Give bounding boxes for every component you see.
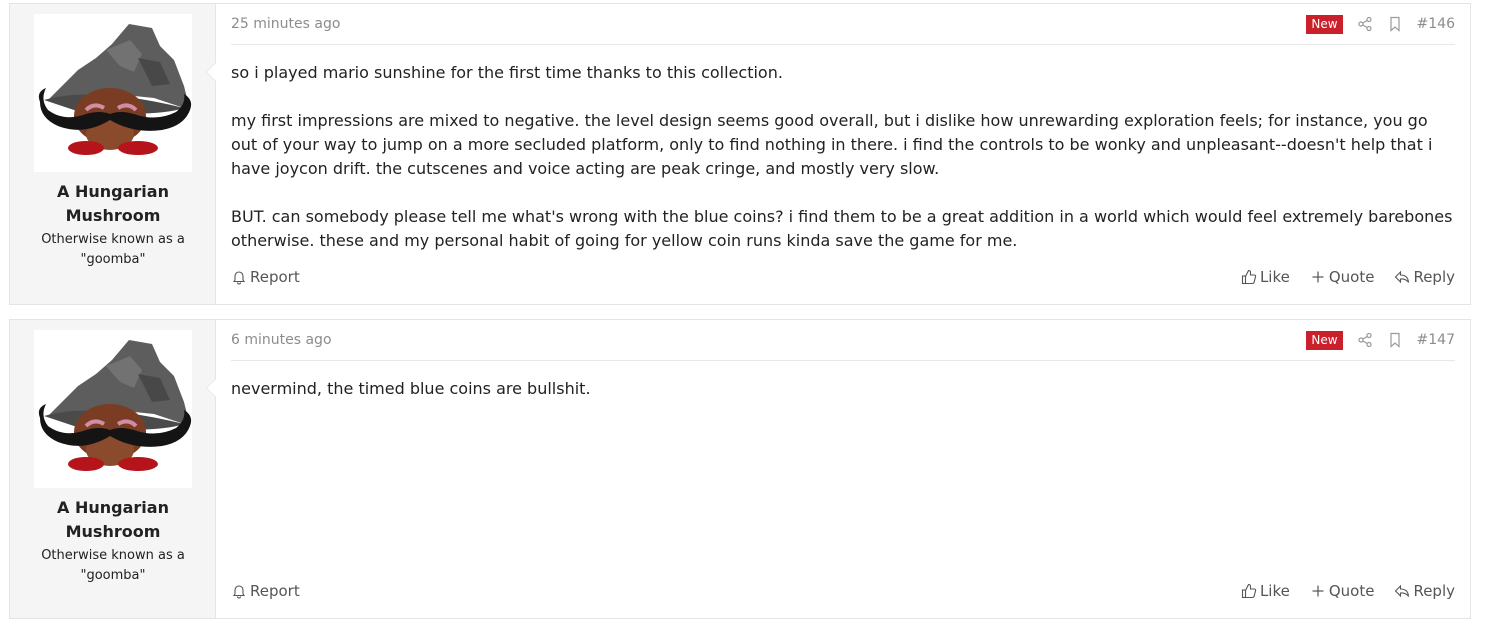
post-timestamp[interactable]: 25 minutes ago (231, 16, 340, 32)
post-header-actions: New #146 (1306, 14, 1455, 34)
reply-label: Reply (1413, 582, 1455, 600)
avatar[interactable] (34, 330, 192, 488)
quote-label: Quote (1328, 582, 1375, 600)
reply-button[interactable]: Reply (1394, 268, 1455, 286)
user-cell: A Hungarian Mushroom Otherwise known as … (10, 4, 216, 304)
post-header: 25 minutes ago New #146 (231, 4, 1455, 45)
post-number[interactable]: #146 (1417, 16, 1455, 32)
report-label: Report (250, 268, 300, 286)
post-main: 25 minutes ago New #146 so i played mari… (216, 4, 1470, 304)
post-paragraph: my first impressions are mixed to negati… (231, 111, 1433, 178)
like-label: Like (1259, 582, 1290, 600)
footer-left: Report (231, 268, 300, 286)
post-timestamp[interactable]: 6 minutes ago (231, 332, 332, 348)
like-label: Like (1259, 268, 1290, 286)
report-button[interactable]: Report (231, 582, 300, 600)
post-arrow (206, 62, 216, 82)
report-label: Report (250, 582, 300, 600)
like-button[interactable]: Like (1241, 268, 1290, 286)
like-button[interactable]: Like (1241, 582, 1290, 600)
thumbs-up-icon (1241, 269, 1257, 285)
reply-icon (1395, 270, 1410, 284)
user-cell: A Hungarian Mushroom Otherwise known as … (10, 320, 216, 618)
post-header-actions: New #147 (1306, 330, 1455, 350)
share-icon[interactable] (1357, 332, 1373, 348)
post-header: 6 minutes ago New #147 (231, 320, 1455, 361)
author-title: Otherwise known as a "goomba" (41, 548, 185, 583)
footer-right: Like Quote Reply (1241, 582, 1455, 600)
post-footer: Report Like Quote Reply (231, 582, 1455, 600)
quote-button[interactable]: Quote (1310, 582, 1375, 600)
report-button[interactable]: Report (231, 268, 300, 286)
avatar[interactable] (34, 14, 192, 172)
author-name[interactable]: A Hungarian Mushroom (10, 496, 216, 544)
post-147: A Hungarian Mushroom Otherwise known as … (9, 319, 1471, 619)
footer-right: Like Quote Reply (1241, 268, 1455, 286)
new-badge: New (1306, 330, 1343, 350)
plus-icon (1312, 585, 1324, 597)
post-footer: Report Like Quote Reply (231, 268, 1455, 286)
post-paragraph: so i played mario sunshine for the first… (231, 63, 783, 82)
post-body: nevermind, the timed blue coins are bull… (231, 377, 1455, 401)
footer-left: Report (231, 582, 300, 600)
post-body: so i played mario sunshine for the first… (231, 61, 1455, 253)
bell-icon (232, 271, 246, 285)
thumbs-up-icon (1241, 583, 1257, 599)
post-paragraph: BUT. can somebody please tell me what's … (231, 207, 1453, 250)
bell-icon (232, 585, 246, 599)
quote-label: Quote (1328, 268, 1375, 286)
quote-button[interactable]: Quote (1310, 268, 1375, 286)
reply-icon (1395, 584, 1410, 598)
plus-icon (1312, 271, 1324, 283)
post-main: 6 minutes ago New #147 nevermind, the ti… (216, 320, 1470, 618)
thread: A Hungarian Mushroom Otherwise known as … (9, 3, 1471, 633)
author-name[interactable]: A Hungarian Mushroom (10, 180, 216, 228)
share-icon[interactable] (1357, 16, 1373, 32)
new-badge: New (1306, 14, 1343, 34)
goomba-avatar-image (38, 24, 192, 155)
post-paragraph: nevermind, the timed blue coins are bull… (231, 379, 591, 398)
post-number[interactable]: #147 (1417, 332, 1455, 348)
post-arrow (206, 378, 216, 398)
goomba-avatar-image (38, 340, 192, 471)
bookmark-icon[interactable] (1387, 16, 1403, 32)
author-title: Otherwise known as a "goomba" (41, 232, 185, 267)
post-146: A Hungarian Mushroom Otherwise known as … (9, 3, 1471, 305)
bookmark-icon[interactable] (1387, 332, 1403, 348)
reply-button[interactable]: Reply (1394, 582, 1455, 600)
reply-label: Reply (1413, 268, 1455, 286)
